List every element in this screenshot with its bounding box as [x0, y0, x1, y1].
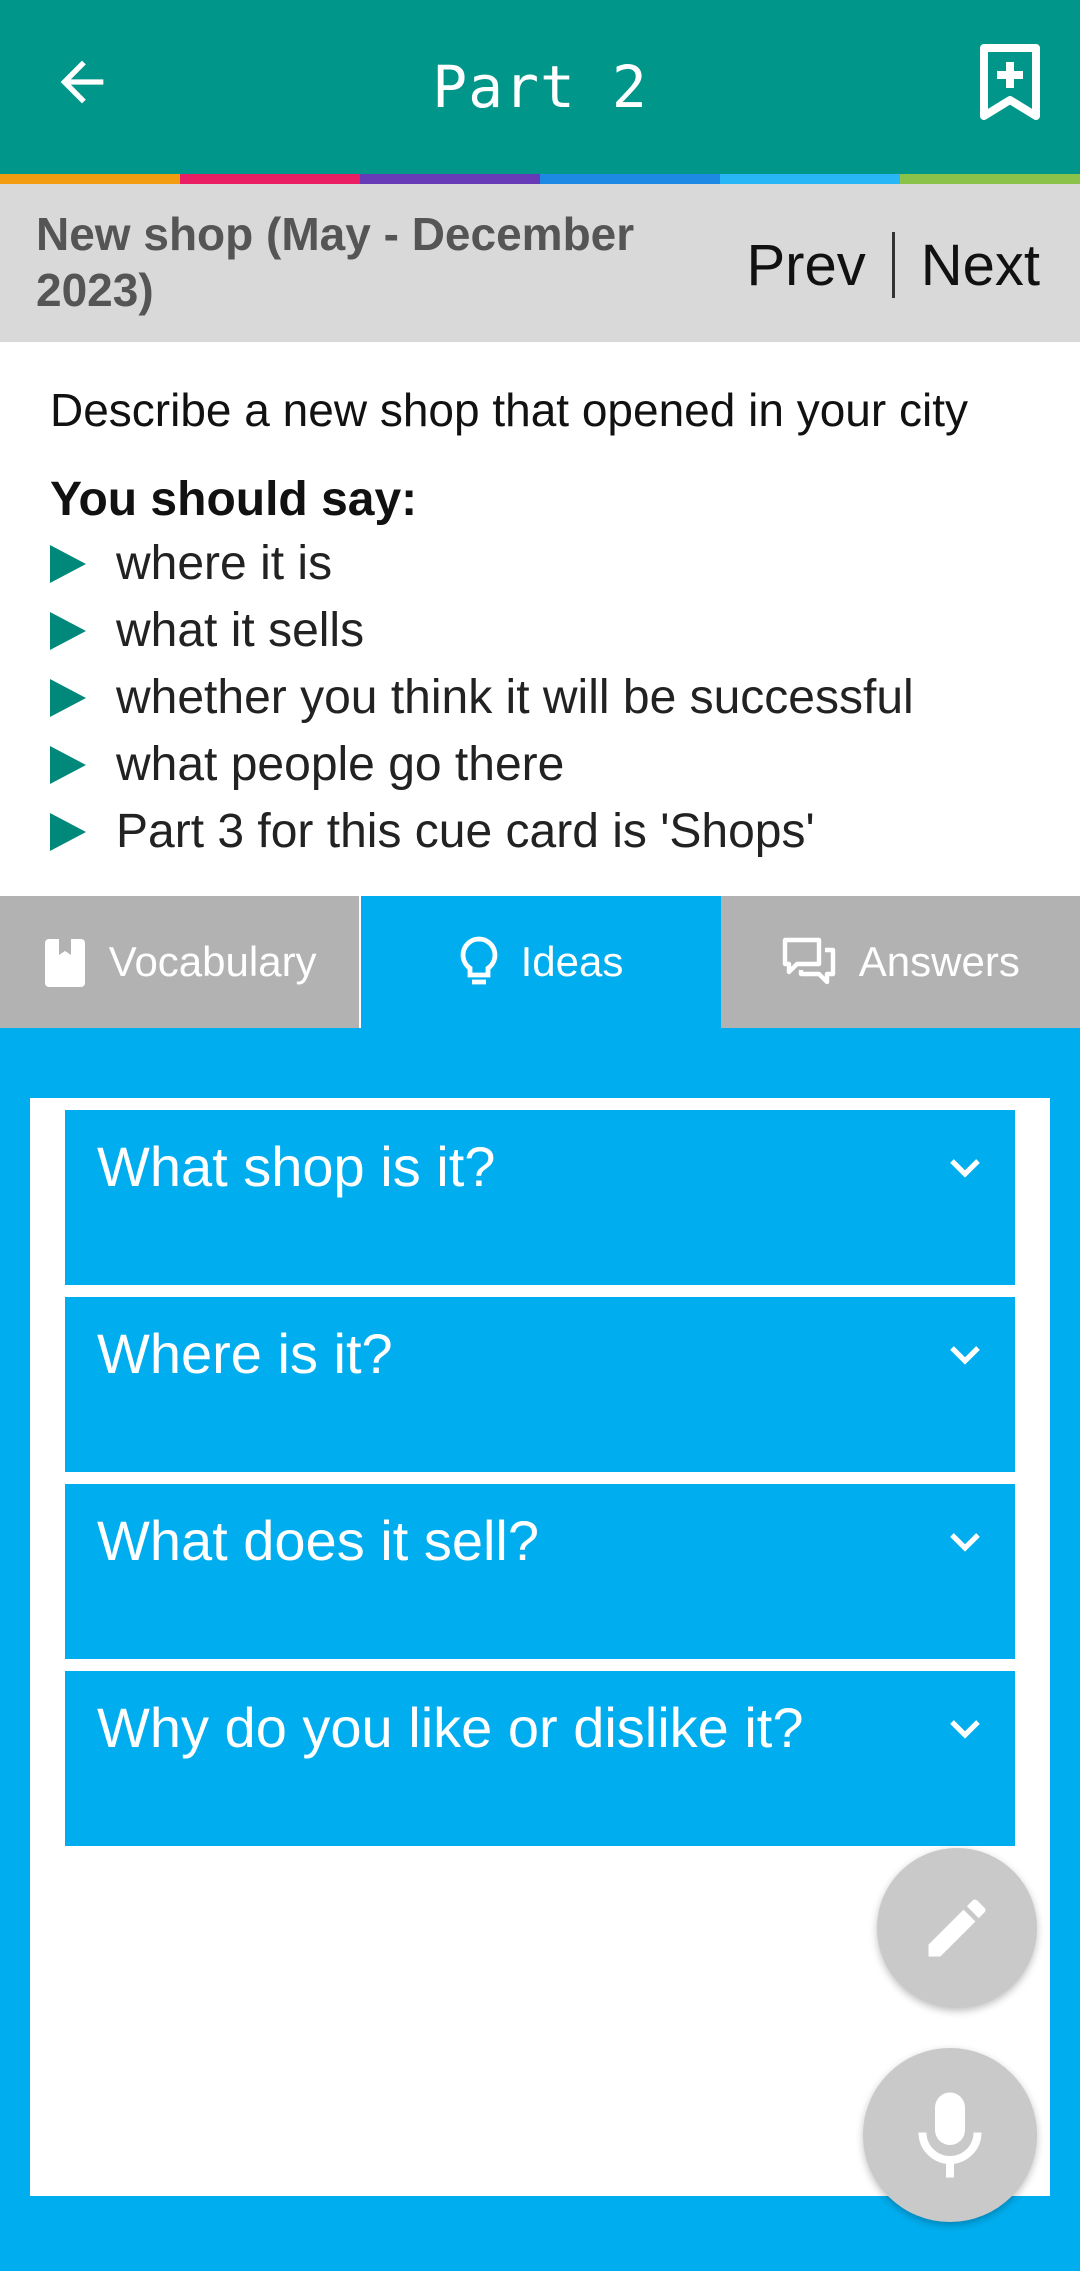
strip-segment [900, 174, 1080, 184]
list-item: whether you think it will be successful [50, 664, 1050, 731]
edit-fab[interactable] [877, 1848, 1037, 2008]
list-item: what it sells [50, 597, 1050, 664]
strip-segment [720, 174, 900, 184]
accordion-item-sells[interactable]: What does it sell? [65, 1484, 1015, 1659]
triangle-bullet-icon [50, 611, 86, 650]
chevron-down-icon [945, 1522, 985, 1562]
strip-segment [0, 174, 180, 184]
bookmark-button[interactable] [968, 40, 1052, 124]
accordion-item-like[interactable]: Why do you like or dislike it? [65, 1671, 1015, 1846]
should-say-heading: You should say: [50, 473, 418, 526]
chevron-down-icon [945, 1148, 985, 1188]
bookmark-add-icon [980, 44, 1040, 120]
tab-label: Ideas [520, 938, 624, 985]
microphone-icon [918, 2092, 982, 2178]
accordion-question: Why do you like or dislike it? [97, 1696, 804, 1759]
list-item: what people go there [50, 731, 1050, 798]
topic-header: New shop (May - December 2023) Prev Next [0, 184, 1080, 342]
chevron-down-icon [945, 1709, 985, 1749]
nav-divider [891, 232, 895, 298]
triangle-bullet-icon [50, 678, 86, 717]
tab-bar: Vocabulary Ideas Answers [0, 896, 1080, 1028]
list-item: Part 3 for this cue card is 'Shops' [50, 798, 1050, 865]
page-title: Part 2 [432, 53, 648, 121]
chevron-down-icon [945, 1335, 985, 1375]
topic-title: New shop (May - December 2023) [36, 208, 635, 316]
point-text: what it sells [116, 604, 365, 657]
tab-vocabulary[interactable]: Vocabulary [0, 896, 360, 1028]
cue-card-points: where it is what it sells whether you th… [50, 530, 1050, 865]
chat-bubbles-icon [782, 937, 835, 985]
app-bar: Part 2 [0, 0, 1080, 174]
accordion-question: What does it sell? [97, 1509, 539, 1572]
lightbulb-icon [460, 936, 497, 985]
prev-button[interactable]: Prev [746, 232, 865, 299]
tab-label: Answers [858, 938, 1020, 985]
tab-answers[interactable]: Answers [720, 896, 1080, 1028]
ideas-card: What shop is it? Where is it? What does … [30, 1098, 1050, 2196]
strip-segment [540, 174, 720, 184]
triangle-bullet-icon [50, 812, 86, 851]
strip-segment [360, 174, 540, 184]
color-strip [0, 174, 1080, 184]
tab-label: Vocabulary [108, 938, 317, 985]
accordion-question: What shop is it? [97, 1135, 496, 1198]
point-text: whether you think it will be successful [116, 671, 914, 724]
triangle-bullet-icon [50, 745, 86, 784]
tab-ideas[interactable]: Ideas [359, 896, 721, 1028]
cue-card-prompt: Describe a new shop that opened in your … [50, 384, 968, 436]
book-icon [44, 939, 85, 987]
point-text: what people go there [116, 738, 565, 791]
prev-next-nav: Prev Next [746, 230, 1040, 300]
accordion-question: Where is it? [97, 1322, 393, 1385]
microphone-fab[interactable] [863, 2048, 1037, 2222]
next-button[interactable]: Next [921, 232, 1040, 299]
accordion-item-shop[interactable]: What shop is it? [65, 1110, 1015, 1285]
list-item: where it is [50, 530, 1050, 597]
pencil-icon [928, 1899, 986, 1957]
accordion-item-where[interactable]: Where is it? [65, 1297, 1015, 1472]
point-text: Part 3 for this cue card is 'Shops' [116, 805, 815, 858]
triangle-bullet-icon [50, 544, 86, 583]
point-text: where it is [116, 537, 333, 590]
strip-segment [180, 174, 360, 184]
